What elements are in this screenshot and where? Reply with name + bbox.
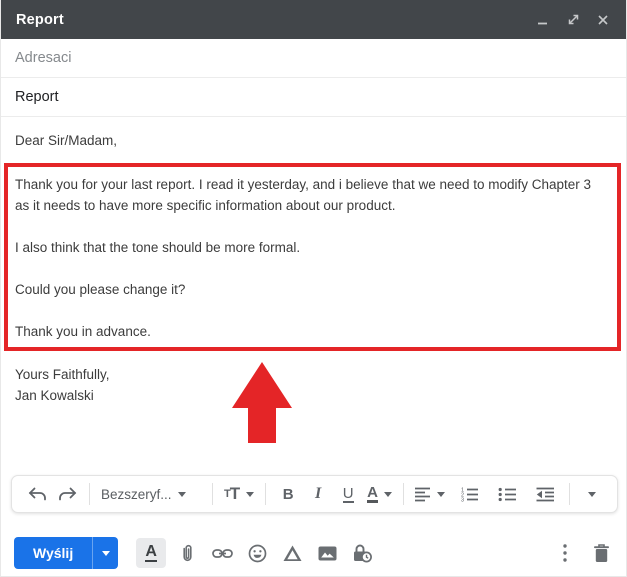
recipients-input[interactable]	[15, 50, 612, 66]
send-split-button: Wyślij	[14, 537, 119, 569]
signature-text[interactable]: Jan Kowalski	[15, 388, 94, 403]
confidential-mode-icon	[354, 544, 373, 563]
titlebar: Report	[1, 0, 626, 39]
text-color-button[interactable]: A	[365, 480, 394, 508]
svg-text:3: 3	[461, 497, 464, 502]
font-family-button[interactable]: Bezszeryf...	[99, 480, 203, 508]
more-formats-button[interactable]	[579, 480, 605, 508]
formatting-icon: A	[145, 543, 157, 562]
font-family-label: Bezszeryf...	[101, 486, 172, 502]
subject-input[interactable]	[15, 89, 612, 105]
recipients-row	[1, 39, 626, 78]
attach-icon	[183, 544, 192, 561]
numbered-list-button[interactable]: 123	[457, 480, 483, 508]
outdent-button[interactable]	[533, 480, 559, 508]
discard-draft-icon	[593, 543, 609, 562]
underline-icon: U	[342, 484, 354, 503]
emoji-icon	[248, 544, 267, 562]
undo-icon[interactable]	[24, 480, 50, 508]
insert-photo-icon	[318, 546, 337, 560]
chevron-down-icon	[246, 491, 255, 497]
compose-window: Report Dear Sir/Madam, Thank you for you…	[0, 0, 627, 577]
chevron-down-icon	[101, 550, 110, 556]
redo-icon[interactable]	[54, 480, 80, 508]
italic-icon: I	[315, 485, 322, 502]
annotation-arrow-up-icon	[232, 362, 292, 443]
more-formats-icon	[588, 491, 596, 497]
insert-link-button[interactable]	[208, 539, 236, 567]
insert-from-drive-button[interactable]	[278, 539, 306, 567]
chevron-down-icon	[177, 491, 186, 497]
insert-emoji-button[interactable]	[243, 539, 271, 567]
toolbar-divider	[212, 483, 213, 505]
send-options-button[interactable]	[93, 537, 118, 569]
close-icon[interactable]	[595, 12, 611, 28]
body-paragraph[interactable]: Thank you in advance.	[15, 321, 607, 342]
subject-row	[1, 78, 626, 117]
toolbar-divider	[89, 483, 90, 505]
body-paragraph[interactable]: Could you please change it?	[15, 279, 607, 300]
insert-link-icon	[211, 548, 233, 558]
send-label: Wyślij	[33, 545, 74, 561]
more-options-button[interactable]	[551, 539, 579, 567]
underline-button[interactable]: U	[335, 480, 361, 508]
bold-icon: B	[282, 485, 294, 503]
formatting-toolbar: Bezszeryf... T T B I U A 1 2 3	[11, 475, 618, 513]
italic-button[interactable]: I	[305, 480, 331, 508]
closing-text[interactable]: Yours Faithfully,	[15, 367, 110, 382]
body-paragraph[interactable]: I also think that the tone should be mor…	[15, 237, 607, 258]
formatting-options-button[interactable]: A	[136, 538, 167, 568]
chevron-down-icon	[383, 491, 392, 497]
bulleted-list-icon	[499, 487, 517, 501]
size-icon-large-t: T	[229, 484, 241, 503]
highlight-box: Thank you for your last report. I read i…	[4, 163, 621, 351]
outdent-icon	[536, 487, 555, 501]
text-color-icon: A	[367, 484, 378, 503]
drive-icon	[283, 545, 302, 561]
expand-icon[interactable]	[565, 12, 581, 28]
discard-draft-button[interactable]	[587, 539, 615, 567]
toolbar-divider	[569, 483, 570, 505]
attach-files-button[interactable]	[173, 539, 201, 567]
minimize-icon[interactable]	[535, 12, 551, 28]
toolbar-divider	[402, 483, 404, 505]
window-title: Report	[16, 11, 64, 28]
insert-photo-button[interactable]	[313, 539, 341, 567]
align-button[interactable]	[413, 480, 447, 508]
confidential-mode-button[interactable]	[348, 539, 376, 567]
action-bar: Wyślij A	[14, 533, 615, 573]
numbered-list-icon: 123	[461, 487, 479, 502]
send-button[interactable]: Wyślij	[14, 537, 92, 569]
greeting-text[interactable]: Dear Sir/Madam,	[15, 133, 117, 148]
bulleted-list-button[interactable]	[495, 480, 521, 508]
align-left-icon	[414, 487, 430, 501]
chevron-down-icon	[436, 491, 445, 497]
body-paragraph[interactable]: Thank you for your last report. I read i…	[15, 174, 607, 216]
more-options-icon	[563, 544, 567, 562]
bold-button[interactable]: B	[275, 480, 301, 508]
font-size-button[interactable]: T T	[222, 480, 256, 508]
toolbar-divider	[265, 483, 267, 505]
